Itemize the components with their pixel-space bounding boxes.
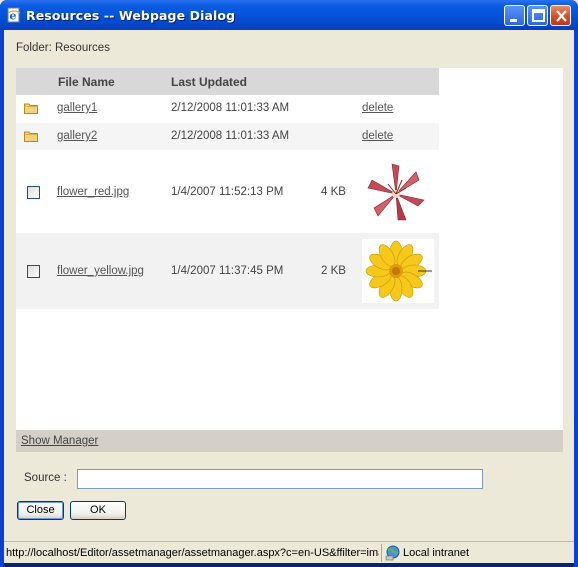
status-url: http://localhost/Editor/assetmanager/ass… [6,547,379,559]
delete-link-gallery1[interactable]: delete [362,102,393,114]
maximize-button[interactable] [527,5,548,26]
size-cell: 4 KB [321,186,346,198]
table-row: gallery2 2/12/2008 11:01:33 AM delete [16,123,439,151]
title-bar[interactable]: e Resources -- Webpage Dialog [0,0,578,30]
dialog-client-area: Folder: Resources File Name Last Updated… [4,30,574,563]
file-list-panel: File Name Last Updated gallery1 2/12/200… [16,68,563,430]
manager-bar: Show Manager [16,430,563,452]
table-row: flower_red.jpg 1/4/2007 11:52:13 PM 4 KB [16,151,439,233]
source-label: Source : [24,472,67,484]
delete-link-gallery2[interactable]: delete [362,130,393,142]
select-checkbox[interactable] [27,186,40,199]
source-input[interactable] [77,469,483,489]
table-row: flower_yellow.jpg 1/4/2007 11:37:45 PM 2… [16,233,439,310]
ie-page-icon: e [7,7,21,23]
minimize-icon [510,19,517,22]
folder-link-gallery1[interactable]: gallery1 [57,102,97,114]
header-file-name: File Name [58,75,115,89]
red-flower-thumbnail[interactable] [362,158,434,226]
dialog-window: e Resources -- Webpage Dialog Folder: Re… [0,0,578,567]
show-manager-link[interactable]: Show Manager [21,435,98,447]
close-window-button[interactable] [550,5,571,26]
updated-cell: 2/12/2008 11:01:33 AM [171,130,290,142]
table-row: gallery1 2/12/2008 11:01:33 AM delete [16,95,439,123]
minimize-button[interactable] [504,5,525,26]
status-separator [381,544,382,562]
close-button[interactable]: Close [17,501,64,520]
table-header: File Name Last Updated [16,68,439,95]
status-bar: http://localhost/Editor/assetmanager/ass… [4,541,574,563]
updated-cell: 1/4/2007 11:52:13 PM [171,186,284,198]
select-checkbox[interactable] [27,265,40,278]
updated-cell: 2/12/2008 11:01:33 AM [171,102,290,114]
window-title: Resources -- Webpage Dialog [26,8,236,23]
header-last-updated: Last Updated [171,75,248,89]
folder-link-gallery2[interactable]: gallery2 [57,130,97,142]
window-border-right [574,30,578,567]
folder-label: Folder: Resources [16,42,110,54]
close-icon [556,10,567,22]
size-cell: 2 KB [321,265,346,277]
updated-cell: 1/4/2007 11:37:45 PM [171,265,284,277]
file-link-flower-yellow[interactable]: flower_yellow.jpg [57,265,144,277]
ok-button[interactable]: OK [70,501,126,520]
maximize-icon [532,9,545,22]
security-zone-label: Local intranet [403,547,470,559]
file-table: File Name Last Updated gallery1 2/12/200… [16,68,439,310]
intranet-globe-icon [385,545,400,561]
file-link-flower-red[interactable]: flower_red.jpg [57,186,129,198]
folder-icon[interactable] [24,130,38,142]
yellow-flower-thumbnail[interactable] [362,239,434,303]
folder-icon[interactable] [24,102,38,114]
